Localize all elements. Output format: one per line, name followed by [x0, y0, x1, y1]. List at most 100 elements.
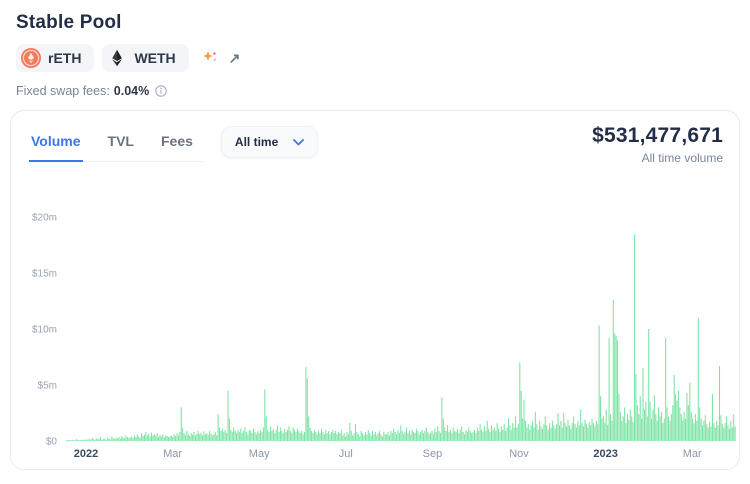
volume-bar: [230, 430, 231, 441]
volume-bar: [220, 431, 221, 441]
volume-bar: [239, 432, 240, 441]
volume-bar: [417, 431, 418, 441]
volume-bar: [346, 432, 347, 441]
volume-bar: [511, 430, 512, 441]
volume-bar: [208, 435, 209, 441]
volume-bar: [567, 420, 568, 441]
volume-bar: [606, 410, 607, 441]
external-link-icon[interactable]: ↗: [229, 51, 241, 65]
volume-bar: [271, 431, 272, 441]
volume-bar: [77, 440, 78, 441]
volume-bar: [508, 419, 509, 441]
volume-bar: [199, 434, 200, 441]
volume-bar: [215, 432, 216, 441]
volume-bar: [514, 428, 515, 441]
volume-bar: [121, 436, 122, 441]
time-range-dropdown[interactable]: All time: [221, 126, 318, 158]
volume-bar: [372, 431, 373, 441]
volume-bar: [125, 435, 126, 441]
volume-bar: [227, 391, 228, 441]
volume-bar: [689, 383, 690, 441]
volume-bar: [162, 434, 163, 441]
volume-bar: [420, 432, 421, 441]
volume-bar: [443, 419, 444, 441]
volume-bar: [106, 440, 107, 441]
volume-bar: [373, 434, 374, 441]
volume-bar: [439, 431, 440, 441]
volume-bar: [688, 405, 689, 441]
volume-bar: [142, 436, 143, 441]
volume-bar: [596, 421, 597, 441]
stat-label: All time volume: [592, 151, 723, 165]
volume-bar: [413, 432, 414, 441]
volume-bar: [643, 368, 644, 441]
volume-bar: [487, 421, 488, 441]
volume-bar: [397, 430, 398, 441]
tab-tvl[interactable]: TVL: [106, 127, 136, 162]
volume-bar: [566, 426, 567, 441]
volume-chart[interactable]: $20m$15m$10m$5m$02022MarMayJulSepNov2023…: [11, 206, 741, 468]
volume-bar: [308, 416, 309, 441]
volume-bar: [450, 430, 451, 441]
volume-bar: [389, 435, 390, 441]
volume-bar: [69, 440, 70, 441]
volume-bar: [369, 433, 370, 441]
volume-bar: [524, 400, 525, 441]
volume-bar: [117, 439, 118, 441]
volume-bar: [253, 429, 254, 441]
token-pill-reth[interactable]: rETH: [16, 44, 94, 72]
volume-bar: [644, 410, 645, 441]
volume-bar: [516, 428, 517, 441]
volume-bar: [111, 437, 112, 441]
volume-bar: [365, 432, 366, 441]
volume-bar: [614, 333, 615, 441]
volume-bar: [696, 421, 697, 441]
volume-bar: [189, 436, 190, 441]
volume-bar: [563, 413, 564, 441]
volume-bar: [167, 436, 168, 441]
volume-bar: [232, 432, 233, 441]
volume-bar: [259, 433, 260, 441]
volume-bar: [526, 428, 527, 441]
volume-bar: [556, 424, 557, 441]
time-range-value: All time: [235, 135, 278, 149]
volume-bar: [254, 432, 255, 441]
sparkle-icon[interactable]: [201, 49, 219, 67]
volume-bar: [711, 426, 712, 441]
volume-bar: [617, 340, 618, 441]
volume-bar: [460, 430, 461, 441]
volume-bar: [694, 423, 695, 441]
volume-bar: [356, 432, 357, 441]
volume-bar: [502, 430, 503, 441]
volume-bar: [624, 407, 625, 441]
volume-bar: [358, 434, 359, 441]
volume-bar: [712, 394, 713, 441]
volume-bar: [280, 428, 281, 441]
volume-bar: [294, 430, 295, 441]
svg-text:2023: 2023: [593, 448, 617, 460]
volume-bar: [492, 430, 493, 441]
volume-bar: [252, 433, 253, 441]
swap-fees-label: Fixed swap fees:: [16, 84, 110, 98]
volume-bar: [342, 435, 343, 441]
volume-bar: [236, 433, 237, 441]
volume-bar: [729, 429, 730, 441]
volume-bar: [473, 432, 474, 441]
token-symbol: WETH: [134, 50, 175, 66]
volume-bar: [495, 431, 496, 441]
volume-bar: [482, 432, 483, 441]
volume-bar: [335, 431, 336, 441]
token-pill-weth[interactable]: WETH: [102, 44, 188, 72]
volume-bar: [175, 436, 176, 441]
info-icon[interactable]: [155, 85, 167, 97]
volume-bar: [692, 419, 693, 441]
volume-bar: [130, 438, 131, 441]
volume-bar: [465, 430, 466, 441]
volume-bar: [546, 425, 547, 441]
volume-bar: [529, 430, 530, 441]
volume-bar: [618, 394, 619, 441]
volume-bar: [621, 421, 622, 441]
tab-volume[interactable]: Volume: [29, 127, 83, 162]
tab-fees[interactable]: Fees: [159, 127, 195, 162]
volume-bar: [80, 440, 81, 441]
